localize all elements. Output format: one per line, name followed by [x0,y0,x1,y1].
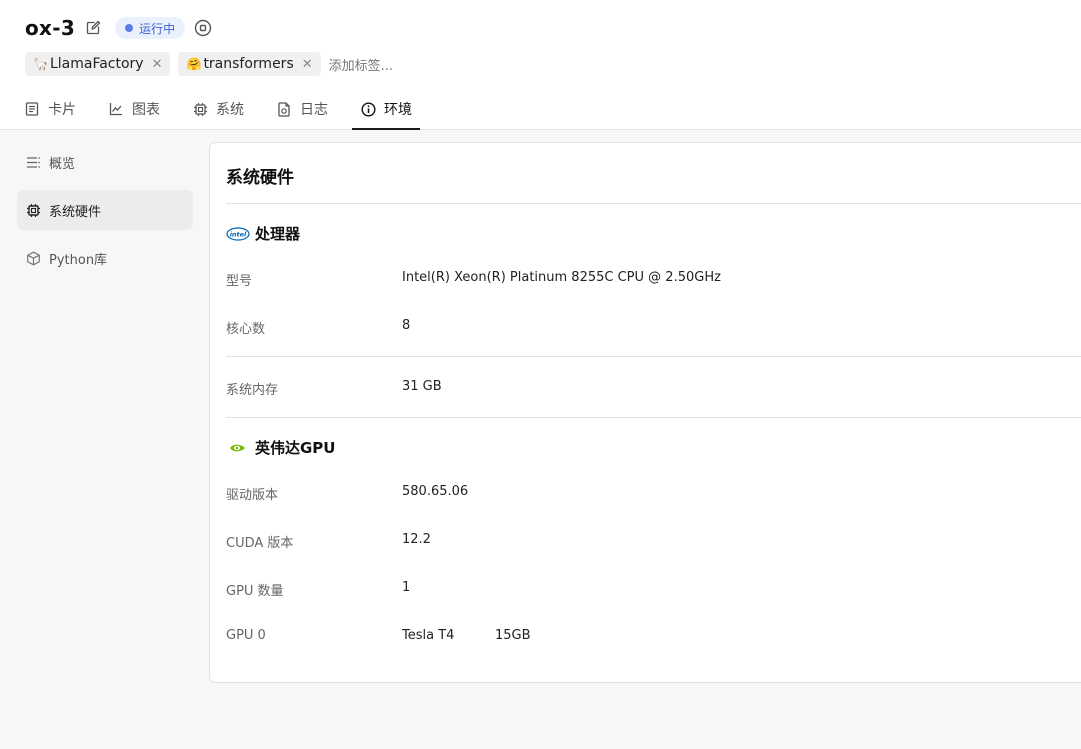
gpu-section-title: 英伟达GPU [226,437,336,458]
status-dot [125,24,134,32]
cpu-title: 处理器 [255,225,301,243]
add-tag-input[interactable]: 添加标签... [329,55,393,74]
gpu-count-label: GPU 数量 [226,584,284,599]
header: ox-3 运行中 🦙 LlamaFactory ✕ 🤗 transformers… [0,0,1081,130]
cuda-value: 12.2 [402,532,431,547]
gpu-count-value: 1 [402,580,411,595]
sidebar: 概览 系统硬件 Python库 [17,142,193,286]
driver-label: 驱动版本 [226,488,279,503]
driver-value: 580.65.06 [402,484,469,499]
sidebar-item-python[interactable]: Python库 [17,238,193,278]
gpu0-label: GPU 0 [226,628,266,643]
chip-icon [192,101,208,117]
llama-icon: 🦙 [33,57,48,71]
svg-text:intel: intel [230,230,247,238]
card-icon [24,101,40,117]
nvidia-logo-icon [226,441,250,455]
edit-icon[interactable] [85,20,101,36]
tab-system[interactable]: 系统 [184,88,252,130]
tab-label: 图表 [132,102,160,118]
tags-row: 🦙 LlamaFactory ✕ 🤗 transformers ✕ 添加标签..… [25,52,393,76]
tab-environment[interactable]: 环境 [352,88,420,130]
log-icon [276,101,292,117]
panel-title: 系统硬件 [226,168,294,188]
tab-label: 系统 [216,102,244,118]
gpu0-name: Tesla T4 [402,628,455,643]
tab-card[interactable]: 卡片 [16,88,84,130]
memory-label: 系统内存 [226,383,279,398]
cuda-label: CUDA 版本 [226,536,294,551]
intel-logo-icon: intel [226,226,250,241]
tab-label: 环境 [384,102,412,118]
cpu-section-title: intel 处理器 [226,223,300,244]
sidebar-item-label: 概览 [49,156,76,172]
tab-bar: 卡片 图表 系统 日志 环境 [0,88,420,130]
tab-label: 卡片 [48,102,76,118]
tag-transformers[interactable]: 🤗 transformers ✕ [178,52,321,76]
cpu-model-value: Intel(R) Xeon(R) Platinum 8255C CPU @ 2.… [402,270,721,285]
tab-label: 日志 [300,102,328,118]
tag-llamafactory[interactable]: 🦙 LlamaFactory ✕ [25,52,171,76]
status-badge: 运行中 [115,17,186,39]
close-icon[interactable]: ✕ [152,57,163,72]
package-icon [25,250,41,266]
divider [226,203,1081,204]
gpu-title: 英伟达GPU [255,439,336,457]
tab-log[interactable]: 日志 [268,88,336,130]
sidebar-item-overview[interactable]: 概览 [17,142,193,182]
page-title: ox-3 [25,16,76,40]
divider [226,356,1081,357]
hardware-panel: 系统硬件 intel 处理器 型号 Intel(R) Xeon(R) Plati… [209,142,1081,683]
chip-icon [25,202,41,218]
cpu-model-label: 型号 [226,274,253,289]
close-icon[interactable]: ✕ [302,57,313,72]
cpu-cores-label: 核心数 [226,322,266,337]
tab-chart[interactable]: 图表 [100,88,168,130]
tag-label: LlamaFactory [49,56,144,72]
info-icon [360,101,376,117]
chart-icon [108,101,124,117]
memory-value: 31 GB [402,379,442,394]
list-icon [25,154,41,170]
hugging-face-icon: 🤗 [186,57,202,71]
divider [226,417,1081,418]
sidebar-item-label: 系统硬件 [49,204,102,220]
sidebar-item-label: Python库 [49,252,108,268]
sidebar-item-hardware[interactable]: 系统硬件 [17,190,193,230]
cpu-cores-value: 8 [402,318,411,333]
title-row: ox-3 运行中 [25,14,212,42]
status-label: 运行中 [139,21,176,36]
stop-icon[interactable] [194,19,212,37]
gpu0-memory: 15GB [495,628,531,643]
tag-label: transformers [203,56,294,72]
